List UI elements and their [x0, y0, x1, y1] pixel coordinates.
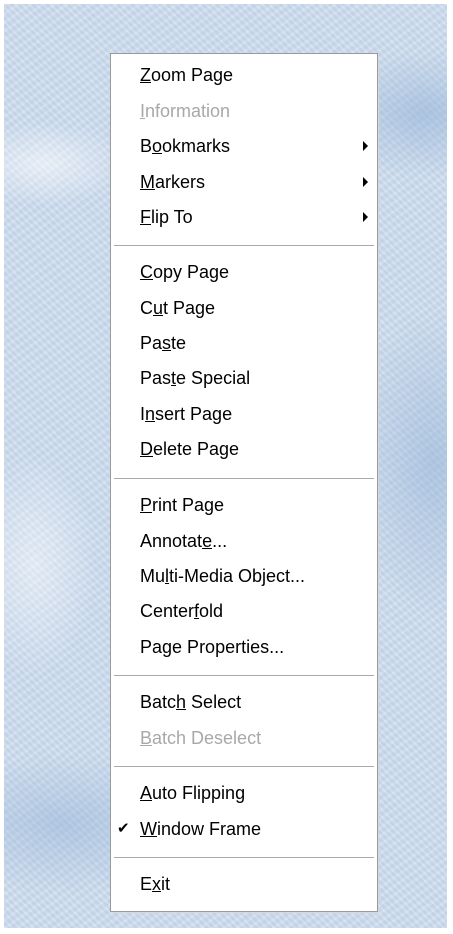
menu-item-auto-flipping[interactable]: Auto Flipping — [111, 776, 377, 810]
menu-item-page-properties[interactable]: Page Properties... — [111, 630, 377, 664]
menu-item-print-page[interactable]: Print Page — [111, 488, 377, 522]
menu-separator — [114, 478, 374, 479]
menu-item-label: Print Page — [140, 495, 225, 515]
menu-item-label: Flip To — [140, 207, 193, 227]
menu-item-cut-page[interactable]: Cut Page — [111, 291, 377, 325]
menu-item-label: Markers — [140, 172, 206, 192]
menu-item-label: Copy Page — [140, 262, 230, 282]
menu-item-zoom-page[interactable]: Zoom Page — [111, 58, 377, 92]
menu-item-label: Exit — [140, 874, 171, 894]
menu-item-label: Page Properties... — [140, 637, 285, 657]
menu-item-label: Zoom Page — [140, 65, 234, 85]
menu-item-label: Insert Page — [140, 404, 233, 424]
menu-item-label: Paste Special — [140, 368, 251, 388]
menu-item-multi-media-object[interactable]: Multi-Media Object... — [111, 559, 377, 593]
menu-item-centerfold[interactable]: Centerfold — [111, 594, 377, 628]
menu-item-paste[interactable]: Paste — [111, 326, 377, 360]
menu-separator — [114, 245, 374, 246]
context-menu: Zoom Page Information Bookmarks Markers … — [110, 53, 378, 912]
menu-item-flip-to[interactable]: Flip To — [111, 200, 377, 234]
menu-item-label: Batch Deselect — [140, 728, 262, 748]
menu-item-batch-deselect: Batch Deselect — [111, 721, 377, 755]
menu-item-annotate[interactable]: Annotate... — [111, 524, 377, 558]
menu-item-label: Window Frame — [140, 819, 262, 839]
menu-item-copy-page[interactable]: Copy Page — [111, 255, 377, 289]
menu-separator — [114, 675, 374, 676]
menu-item-paste-special[interactable]: Paste Special — [111, 361, 377, 395]
menu-item-label: Multi-Media Object... — [140, 566, 306, 586]
menu-item-delete-page[interactable]: Delete Page — [111, 432, 377, 466]
menu-item-label: Bookmarks — [140, 136, 231, 156]
checkmark-icon: ✔ — [117, 820, 130, 837]
submenu-arrow-icon — [363, 212, 368, 222]
menu-item-label: Information — [140, 101, 231, 121]
menu-item-label: Paste — [140, 333, 187, 353]
menu-separator — [114, 857, 374, 858]
menu-item-label: Auto Flipping — [140, 783, 246, 803]
menu-item-label: Annotate... — [140, 531, 228, 551]
submenu-arrow-icon — [363, 141, 368, 151]
submenu-arrow-icon — [363, 177, 368, 187]
menu-item-insert-page[interactable]: Insert Page — [111, 397, 377, 431]
menu-item-batch-select[interactable]: Batch Select — [111, 685, 377, 719]
menu-item-label: Delete Page — [140, 439, 240, 459]
menu-item-window-frame[interactable]: ✔ Window Frame — [111, 812, 377, 846]
menu-item-exit[interactable]: Exit — [111, 867, 377, 901]
menu-item-label: Batch Select — [140, 692, 242, 712]
menu-separator — [114, 766, 374, 767]
menu-item-bookmarks[interactable]: Bookmarks — [111, 129, 377, 163]
menu-item-markers[interactable]: Markers — [111, 165, 377, 199]
menu-item-information: Information — [111, 94, 377, 128]
menu-item-label: Cut Page — [140, 298, 216, 318]
menu-item-label: Centerfold — [140, 601, 224, 621]
